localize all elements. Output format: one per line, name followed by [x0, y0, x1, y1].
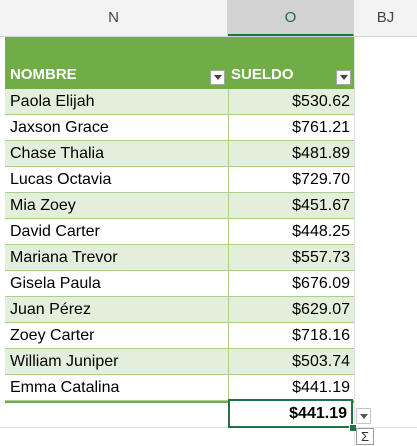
- column-header-bj[interactable]: BJ: [354, 0, 417, 36]
- gridline: [354, 37, 355, 446]
- table-row[interactable]: Zoey Carter $718.16: [5, 323, 354, 349]
- table-row[interactable]: Paola Elijah $530.62: [5, 89, 354, 115]
- cell-name[interactable]: David Carter: [10, 219, 100, 245]
- cell-name[interactable]: Gisela Paula: [10, 271, 101, 297]
- cell-salary[interactable]: $451.67: [292, 193, 350, 219]
- table-row[interactable]: Chase Thalia $481.89: [5, 141, 354, 167]
- cell-salary[interactable]: $718.16: [292, 323, 350, 349]
- total-salary-value: $441.19: [289, 405, 347, 422]
- table-row[interactable]: Gisela Paula $676.09: [5, 271, 354, 297]
- column-divider: [228, 89, 229, 401]
- cell-salary[interactable]: $629.07: [292, 297, 350, 323]
- cell-salary[interactable]: $481.89: [292, 141, 350, 167]
- column-header-o[interactable]: O: [228, 0, 354, 36]
- table-row[interactable]: Mariana Trevor $557.73: [5, 245, 354, 271]
- header-sueldo: SUELDO: [231, 66, 294, 83]
- cell-name[interactable]: Juan Pérez: [10, 297, 91, 323]
- cell-name[interactable]: William Juniper: [10, 349, 118, 375]
- cell-name[interactable]: Jaxson Grace: [10, 115, 109, 141]
- cell-salary[interactable]: $441.19: [292, 375, 350, 401]
- cell-salary[interactable]: $729.70: [292, 167, 350, 193]
- total-salary-cell[interactable]: $441.19: [228, 399, 353, 428]
- column-header-bar: N O BJ: [0, 0, 417, 37]
- filter-dropdown-icon[interactable]: [210, 70, 225, 85]
- cell-salary[interactable]: $761.21: [292, 115, 350, 141]
- cell-name[interactable]: Emma Catalina: [10, 375, 119, 401]
- table-row[interactable]: Lucas Octavia $729.70: [5, 167, 354, 193]
- cell-name[interactable]: Chase Thalia: [10, 141, 104, 167]
- table-row[interactable]: Juan Pérez $629.07: [5, 297, 354, 323]
- table-row[interactable]: David Carter $448.25: [5, 219, 354, 245]
- chevron-down-icon[interactable]: [356, 408, 371, 424]
- cell-salary[interactable]: $557.73: [292, 245, 350, 271]
- table-row[interactable]: Emma Catalina $441.19: [5, 375, 354, 401]
- header-nombre: NOMBRE: [10, 66, 77, 83]
- sigma-icon[interactable]: Σ: [356, 428, 374, 445]
- cell-salary[interactable]: $530.62: [292, 89, 350, 115]
- cell-name[interactable]: Zoey Carter: [10, 323, 94, 349]
- table-row[interactable]: Mia Zoey $451.67: [5, 193, 354, 219]
- table-row[interactable]: William Juniper $503.74: [5, 349, 354, 375]
- cell-name[interactable]: Paola Elijah: [10, 89, 95, 115]
- table-row[interactable]: Jaxson Grace $761.21: [5, 115, 354, 141]
- table-header-row: NOMBRE SUELDO: [5, 37, 354, 89]
- cell-salary[interactable]: $676.09: [292, 271, 350, 297]
- filter-dropdown-icon[interactable]: [336, 70, 351, 85]
- cell-name[interactable]: Lucas Octavia: [10, 167, 111, 193]
- cell-name[interactable]: Mia Zoey: [10, 193, 76, 219]
- cell-salary[interactable]: $448.25: [292, 219, 350, 245]
- cell-name[interactable]: Mariana Trevor: [10, 245, 118, 271]
- column-header-n[interactable]: N: [0, 0, 228, 36]
- cell-salary[interactable]: $503.74: [292, 349, 350, 375]
